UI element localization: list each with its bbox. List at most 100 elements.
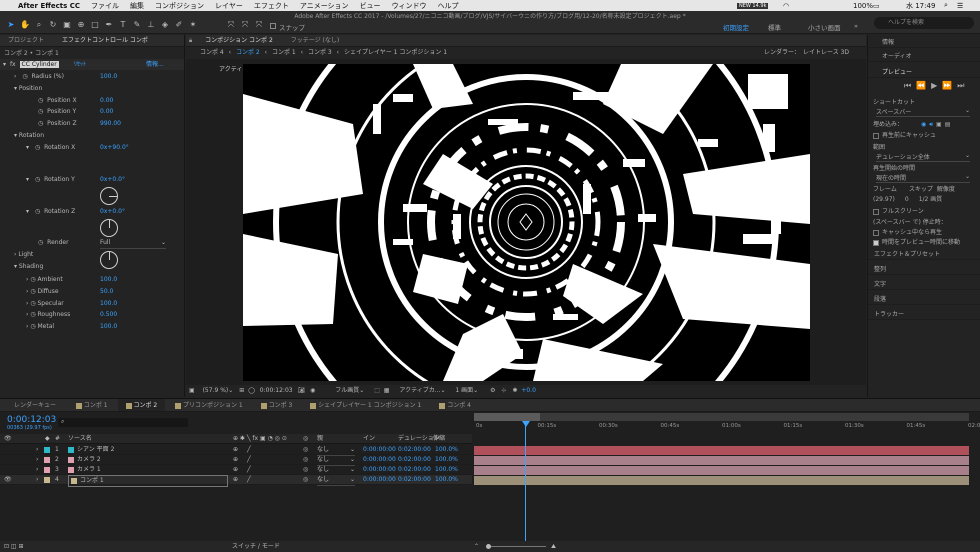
work-area-range[interactable]	[474, 413, 540, 421]
expand-arrow-icon[interactable]: ›	[26, 288, 28, 295]
hand-tool-icon[interactable]: ✋	[20, 19, 30, 30]
quality-switch-icon[interactable]: ╱	[247, 475, 251, 485]
workspace-standard[interactable]: 標準	[768, 22, 781, 32]
quality-switch-icon[interactable]: ╱	[247, 445, 251, 455]
layer-label-color[interactable]	[44, 477, 50, 483]
fullscreen-checkbox[interactable]	[873, 208, 879, 215]
rotation-x-value[interactable]: 0x+90.0°	[100, 142, 129, 153]
tab-comp3[interactable]: コンポ 3	[253, 399, 301, 411]
pickwhip-icon[interactable]: ◎	[303, 455, 308, 465]
toggle-panel-icon[interactable]: ⊡ ◫ ⊞	[4, 541, 24, 552]
layer-duration-bar[interactable]	[474, 476, 969, 485]
text-tool-icon[interactable]: T	[118, 19, 128, 30]
pickwhip-icon[interactable]: ◎	[303, 475, 308, 485]
range-select[interactable]: ヂュレーション全体 ⌄	[876, 152, 970, 162]
layer-stretch[interactable]: 100.0%	[435, 465, 458, 475]
pan-behind-tool-icon[interactable]: ⊕	[76, 19, 86, 30]
video-toggle-icon[interactable]: ◉	[921, 121, 926, 128]
composition-viewport[interactable]	[243, 64, 810, 381]
current-time-field[interactable]: 0:00:12:03	[260, 387, 293, 394]
expand-arrow-icon[interactable]: ▾	[26, 176, 29, 183]
stopwatch-icon[interactable]: ◷	[30, 276, 35, 283]
zoom-out-icon[interactable]: ⌃	[474, 541, 479, 552]
stopwatch-icon[interactable]: ◷	[30, 288, 35, 295]
exposure-icon[interactable]: ✺	[512, 387, 517, 394]
zoom-tool-icon[interactable]: ⌕	[34, 19, 44, 30]
position-x-value[interactable]: 0.00	[100, 95, 113, 106]
stopwatch-icon[interactable]: ◷	[38, 239, 43, 246]
audio-section[interactable]: オーディオ	[868, 51, 980, 62]
frame-rate-select[interactable]: (29.97)	[873, 196, 895, 203]
menu-animation[interactable]: アニメーション	[300, 1, 349, 11]
crumb-shape-comp[interactable]: シェイプレイヤー 1 コンポジション 1	[344, 49, 447, 56]
expand-arrow-icon[interactable]: ▾	[3, 61, 6, 68]
audio-toggle-icon[interactable]: 🔊︎	[929, 121, 933, 128]
always-preview-icon[interactable]: ▣	[189, 387, 195, 394]
flowchart-icon[interactable]: ⊹	[501, 387, 506, 394]
stop-opt2-row[interactable]: 時間をプレビュー時間に移動	[873, 237, 980, 246]
tab-composition[interactable]: コンポジション コンポ 2	[197, 35, 281, 46]
mask-icon[interactable]: ◯	[248, 387, 255, 394]
layer-duration[interactable]: 0:02:00:00	[398, 445, 431, 455]
align-section[interactable]: 整列	[868, 264, 980, 275]
play-icon[interactable]: ▶	[931, 81, 942, 90]
view-axis-icon[interactable]: ⤧	[254, 19, 264, 30]
character-section[interactable]: 文字	[868, 279, 980, 290]
source-name-header[interactable]: ソース名	[68, 434, 92, 444]
puppet-tool-icon[interactable]: ✶	[188, 19, 198, 30]
shy-switch-icon[interactable]: ⊕	[233, 445, 238, 455]
eye-icon[interactable]: 👁︎	[4, 475, 12, 485]
zoom-in-icon[interactable]: ⛰	[551, 541, 556, 552]
menu-view[interactable]: ビュー	[360, 1, 381, 11]
play-from-select[interactable]: 現在の時間 ⌄	[876, 173, 970, 183]
layer-duration[interactable]: 0:02:00:00	[398, 455, 431, 465]
crumb-comp4[interactable]: コンポ 4	[200, 49, 224, 56]
layer-name[interactable]: カメラ 2	[68, 455, 228, 465]
stopwatch-icon[interactable]: ◷	[30, 323, 35, 330]
shy-switch-icon[interactable]: ⊕	[233, 475, 238, 485]
menu-help[interactable]: ヘルプ	[438, 1, 459, 11]
stopwatch-icon[interactable]: ◷	[30, 300, 35, 307]
menu-edit[interactable]: 編集	[130, 1, 144, 11]
tab-shape-comp[interactable]: シェイプレイヤー 1 コンポジション 1	[302, 399, 429, 411]
tab-comp1[interactable]: コンポ 1	[68, 399, 116, 411]
prev-frame-icon[interactable]: ⏪	[916, 81, 931, 90]
workspace-small-screen[interactable]: 小さい画面	[808, 22, 841, 32]
quality-switch-icon[interactable]: ╱	[247, 455, 251, 465]
position-y-value[interactable]: 0.00	[100, 106, 113, 117]
layer-label-color[interactable]	[44, 457, 50, 463]
menu-effect[interactable]: エフェクト	[254, 1, 289, 11]
layer-row[interactable]: › 3 カメラ 1 ⊕ ╱ ◎ なし ⌄ 0:00:00:00 0:02:00:00 100.0%	[0, 465, 472, 476]
views-select[interactable]: 1 画面	[455, 387, 473, 394]
parent-select[interactable]: なし ⌄	[317, 475, 355, 486]
layer-row[interactable]: › 2 カメラ 2 ⊕ ╱ ◎ なし ⌄ 0:00:00:00 0:02:00:00 100.0%	[0, 455, 472, 466]
menu-layer[interactable]: レイヤー	[215, 1, 243, 11]
camera-view-select[interactable]: アクティブカ...	[399, 387, 440, 394]
menu-window[interactable]: ウィンドウ	[392, 1, 427, 11]
position-group[interactable]: ▾ Position	[0, 83, 184, 94]
timeline-current-time[interactable]: 0:00:12:03	[7, 415, 56, 425]
snap-checkbox[interactable]	[270, 23, 276, 29]
in-header[interactable]: イン	[363, 434, 375, 444]
tab-precomp1[interactable]: プリコンポジション 1	[167, 399, 251, 411]
clone-tool-icon[interactable]: ⊥	[146, 19, 156, 30]
stopwatch-icon[interactable]: ◷	[30, 311, 35, 318]
menu-file[interactable]: ファイル	[91, 1, 119, 11]
expand-arrow-icon[interactable]: ›	[26, 276, 28, 283]
playhead-handle-icon[interactable]	[522, 421, 530, 427]
layer-duration[interactable]: 0:02:00:00	[398, 465, 431, 475]
next-frame-icon[interactable]: ⏩	[942, 81, 957, 90]
paragraph-section[interactable]: 段落	[868, 294, 980, 305]
battery-icon[interactable]: ▭	[873, 2, 880, 10]
snapshot-icon[interactable]: 📷︎	[298, 387, 306, 394]
render-select[interactable]: Full ⌄	[100, 237, 166, 249]
clock[interactable]: 水 17:49	[906, 1, 935, 11]
skip-select[interactable]: 0	[905, 196, 909, 203]
fast-preview-icon[interactable]: ⚙	[490, 387, 495, 394]
transparency-icon[interactable]: ▦	[384, 387, 390, 394]
switch-mode-toggle[interactable]: スイッチ / モード	[232, 541, 280, 552]
workspace-more-icon[interactable]: »	[854, 22, 858, 30]
eraser-tool-icon[interactable]: ◈	[160, 19, 170, 30]
pickwhip-icon[interactable]: ◎	[303, 465, 308, 475]
crumb-comp1[interactable]: コンポ 1	[272, 49, 296, 56]
